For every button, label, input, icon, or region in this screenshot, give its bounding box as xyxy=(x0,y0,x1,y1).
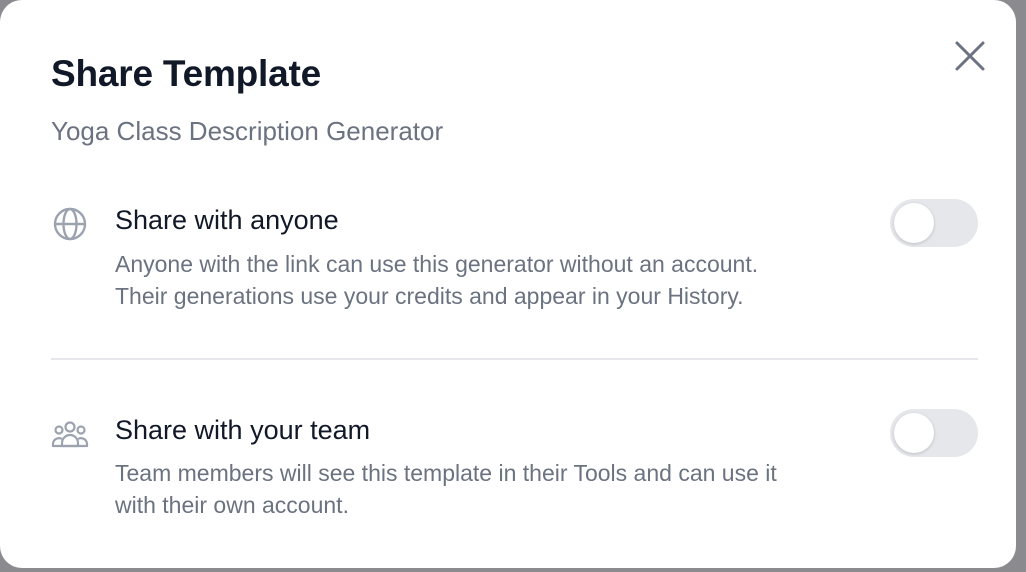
toggle-knob xyxy=(894,203,934,243)
share-team-description-line-2: with their own account. xyxy=(115,492,349,518)
toggle-knob xyxy=(894,413,934,453)
close-button[interactable] xyxy=(949,35,991,77)
dialog-subtitle: Yoga Class Description Generator xyxy=(51,116,444,146)
share-anyone-description: Anyone with the link can use this genera… xyxy=(115,248,875,312)
globe-icon xyxy=(51,205,89,243)
share-team-toggle[interactable] xyxy=(890,409,978,457)
users-icon xyxy=(51,415,89,453)
share-team-description: Team members will see this template in t… xyxy=(115,457,875,521)
share-anyone-title: Share with anyone xyxy=(115,205,339,235)
share-team-description-line-1: Team members will see this template in t… xyxy=(115,460,777,486)
share-anyone-description-line-1: Anyone with the link can use this genera… xyxy=(115,251,759,277)
share-anyone-description-line-2: Their generations use your credits and a… xyxy=(115,283,744,309)
share-anyone-toggle[interactable] xyxy=(890,199,978,247)
share-template-dialog: Share Template Yoga Class Description Ge… xyxy=(0,0,1016,568)
section-divider xyxy=(51,358,978,360)
dialog-title: Share Template xyxy=(51,53,322,94)
close-icon xyxy=(955,41,985,71)
share-team-title: Share with your team xyxy=(115,415,371,445)
